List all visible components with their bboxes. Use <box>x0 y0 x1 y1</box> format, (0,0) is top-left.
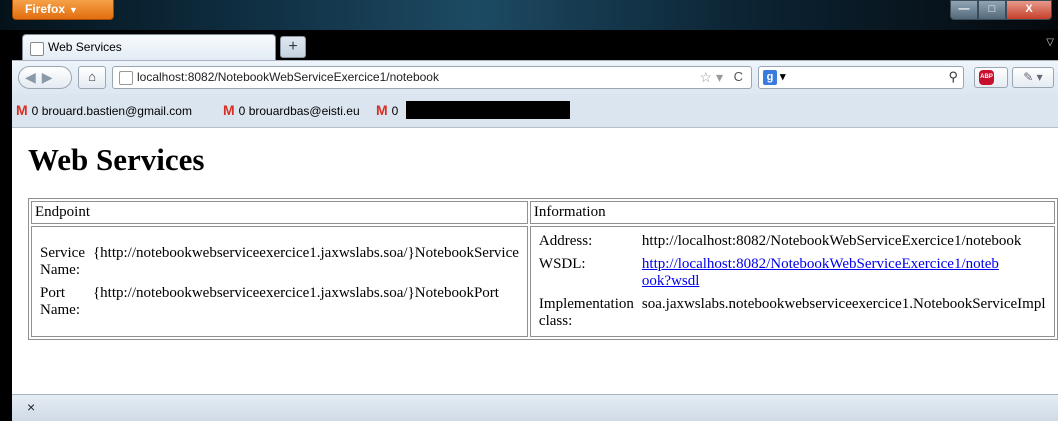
list-all-tabs-icon[interactable]: ▽ <box>1046 37 1054 48</box>
home-icon: ⌂ <box>88 69 96 84</box>
firefox-menu-label: Firefox <box>25 2 66 16</box>
adblock-plus-button[interactable]: ABP <box>974 67 1008 88</box>
site-identity-icon[interactable] <box>119 71 133 85</box>
bookmark-gmail-2[interactable]: M0 brouardbas@eisti.eu <box>223 102 360 118</box>
adblock-plus-icon: ABP <box>979 70 994 85</box>
bookmark-count: 0 <box>238 104 246 118</box>
addon-icon: ✎ ▾ <box>1023 70 1043 84</box>
search-icon[interactable]: ⚲ <box>948 69 958 85</box>
search-bar[interactable]: g ▾ ⚲ <box>758 66 964 89</box>
forward-arrow-icon[interactable]: ▶ <box>42 69 59 85</box>
close-window-button[interactable]: X <box>1006 0 1052 20</box>
page-favicon-icon <box>30 42 44 56</box>
service-name-label: Service Name: <box>40 244 85 278</box>
wsdl-link[interactable]: http://localhost:8082/NotebookWebService… <box>642 256 1002 290</box>
information-details: Address: http://localhost:8082/NotebookW… <box>534 229 1051 334</box>
back-forward-buttons[interactable]: ◀▶ <box>18 66 72 89</box>
list-item: Address: http://localhost:8082/NotebookW… <box>536 231 1049 252</box>
page-title: Web Services <box>28 142 205 177</box>
window-controls: — □ X <box>950 0 1052 20</box>
search-engine-icon[interactable]: g ▾ <box>763 70 791 85</box>
add-on-bar: × <box>12 394 1058 421</box>
tab-title: Web Services <box>48 40 122 54</box>
new-tab-button[interactable]: + <box>280 36 306 58</box>
gmail-icon: M <box>16 102 28 118</box>
gmail-icon: M <box>223 102 235 118</box>
navigation-toolbar: ◀▶ ⌂ localhost:8082/NotebookWebServiceEx… <box>12 60 1058 94</box>
bookmark-count: 0 <box>31 104 39 118</box>
implementation-class-label: Implementation class: <box>538 296 634 329</box>
url-input[interactable]: localhost:8082/NotebookWebServiceExercic… <box>137 70 439 84</box>
reload-icon[interactable]: C <box>734 69 743 84</box>
home-button[interactable]: ⌂ <box>78 66 106 89</box>
addon-button[interactable]: ✎ ▾ <box>1012 67 1054 88</box>
bookmarks-toolbar: M0 brouard.bastien@gmail.com M0 brouardb… <box>12 94 1058 128</box>
service-name-value: {http://notebookwebserviceexercice1.jaxw… <box>92 244 519 261</box>
list-item: Service Name: {http://notebookwebservice… <box>37 243 522 281</box>
redaction-block <box>406 101 570 119</box>
list-item: Implementation class: soa.jaxwslabs.note… <box>536 294 1049 332</box>
firefox-menu-button[interactable]: Firefox ▼ <box>12 0 114 20</box>
implementation-class-value: soa.jaxwslabs.notebookwebserviceexercice… <box>641 296 1046 312</box>
header-endpoint: Endpoint <box>31 201 528 224</box>
address-value: http://localhost:8082/NotebookWebService… <box>641 233 1022 249</box>
bookmark-gmail-1[interactable]: M0 brouard.bastien@gmail.com <box>16 102 192 118</box>
list-item: Port Name: {http://notebookwebserviceexe… <box>37 283 522 321</box>
endpoint-details: Service Name: {http://notebookwebservice… <box>35 241 524 323</box>
web-services-table: Endpoint Information Service Name: {http… <box>28 198 1058 340</box>
port-name-value: {http://notebookwebserviceexercice1.jaxw… <box>92 284 499 301</box>
wsdl-label: WSDL: <box>538 256 586 272</box>
bookmark-star-icon[interactable]: ☆ ▾ <box>700 69 723 86</box>
header-information: Information <box>529 201 1055 224</box>
port-name-label: Port Name: <box>40 284 80 318</box>
close-addon-bar-icon[interactable]: × <box>27 399 35 415</box>
bookmark-gmail-3[interactable]: M0 <box>376 102 398 118</box>
information-cell: Address: http://localhost:8082/NotebookW… <box>529 226 1055 337</box>
gmail-icon: M <box>376 102 388 118</box>
table-header-row: Endpoint Information <box>31 201 1055 224</box>
tab-strip: Web Services + ▽ <box>12 30 1058 60</box>
endpoint-cell: Service Name: {http://notebookwebservice… <box>31 226 528 337</box>
url-bar[interactable]: localhost:8082/NotebookWebServiceExercic… <box>112 66 752 89</box>
list-item: WSDL: http://localhost:8082/NotebookWebS… <box>536 254 1049 292</box>
tab-web-services[interactable]: Web Services <box>22 34 276 60</box>
bookmark-count: 0 <box>391 104 399 118</box>
page-content: Web Services Endpoint Information Servic… <box>12 128 1058 394</box>
maximize-button[interactable]: □ <box>978 0 1006 20</box>
address-label: Address: <box>538 233 593 249</box>
table-row: Service Name: {http://notebookwebservice… <box>31 226 1055 337</box>
minimize-button[interactable]: — <box>950 0 978 20</box>
title-bar: Firefox ▼ — □ X <box>0 0 1058 30</box>
bookmark-label: brouard.bastien@gmail.com <box>41 104 192 118</box>
bookmark-label: brouardbas@eisti.eu <box>248 104 360 118</box>
back-arrow-icon[interactable]: ◀ <box>25 69 42 85</box>
dropdown-arrow-icon: ▼ <box>69 5 78 15</box>
